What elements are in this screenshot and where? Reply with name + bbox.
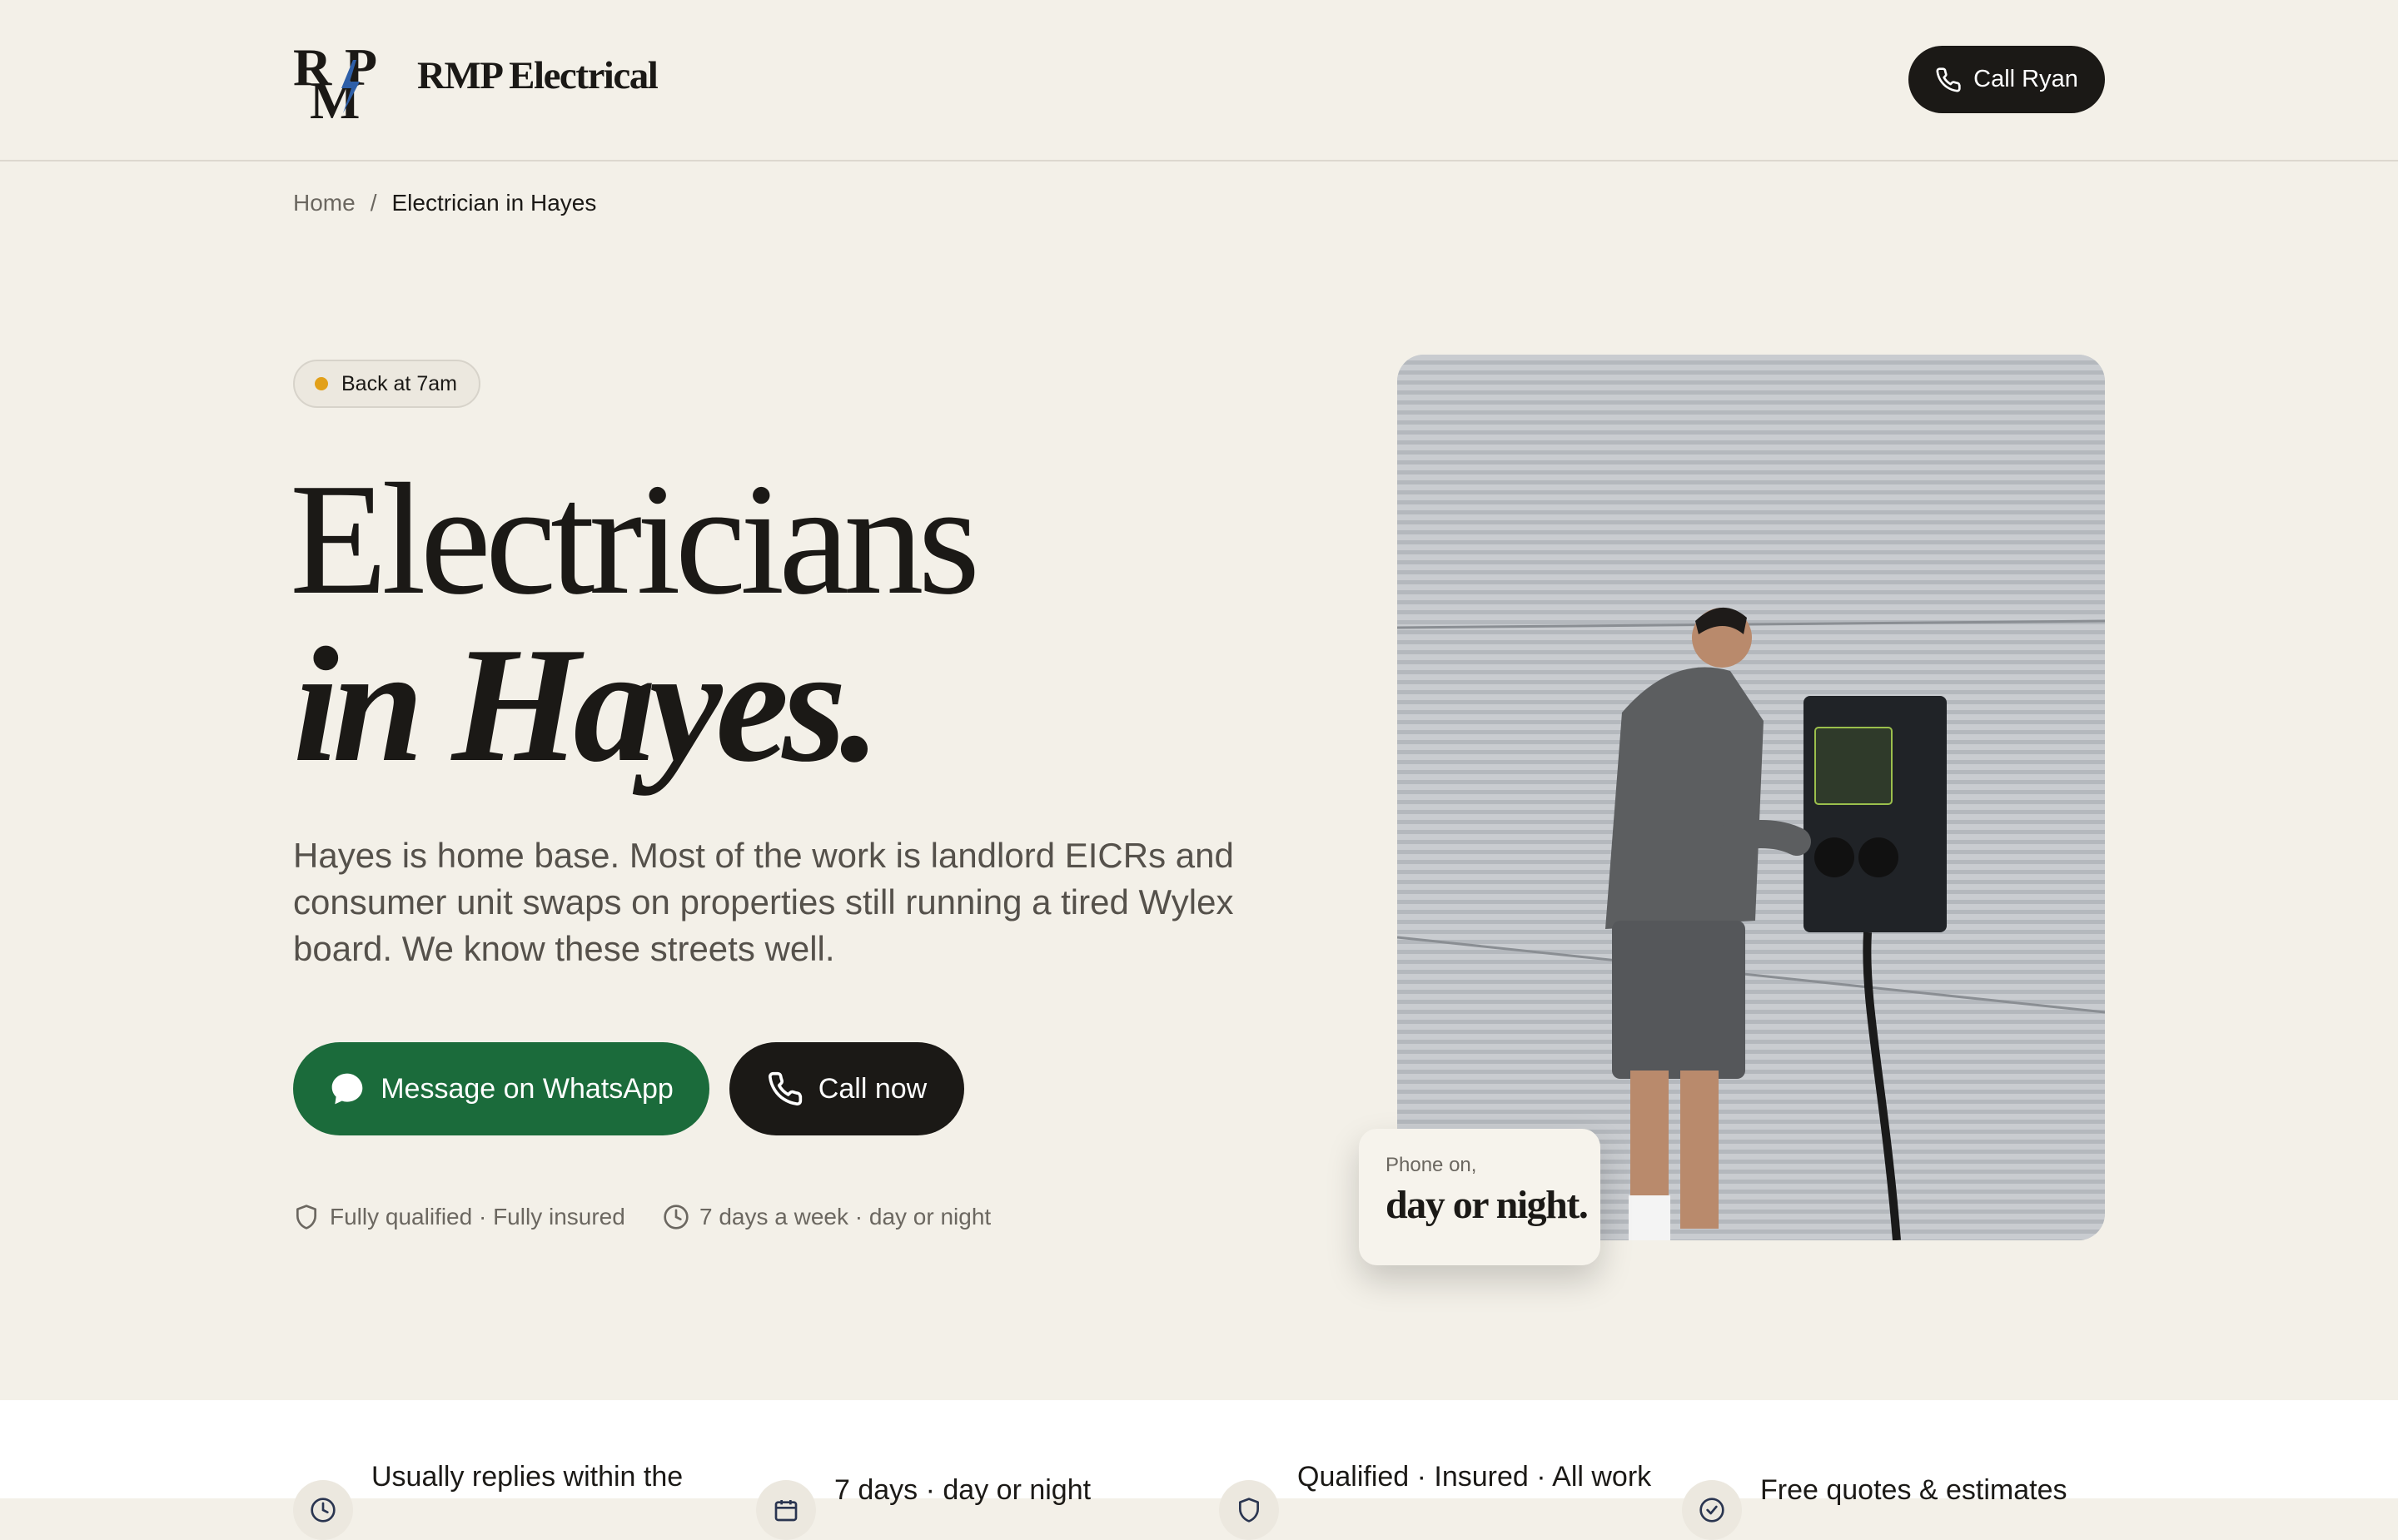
whatsapp-button[interactable]: Message on WhatsApp: [293, 1042, 709, 1135]
clock-icon: [664, 1205, 689, 1230]
whatsapp-button-label: Message on WhatsApp: [381, 1072, 674, 1105]
brand-name[interactable]: RMP Electrical: [417, 53, 659, 98]
call-ryan-label: Call Ryan: [1973, 66, 2078, 92]
call-now-button[interactable]: Call now: [729, 1042, 964, 1135]
page-title-line1: Electricians: [290, 450, 980, 628]
check-circle-icon: [1682, 1480, 1742, 1540]
trust-text: 7 days a week · day or night: [699, 1204, 992, 1230]
logo-icon[interactable]: R P M: [293, 37, 395, 130]
feature-item: Usually replies within the: [293, 1458, 683, 1540]
site-header: R P M RMP Electrical Call Ryan: [0, 0, 2398, 161]
calendar-icon: [756, 1480, 816, 1540]
shield-icon: [296, 1205, 316, 1230]
trust-item-hours: 7 days a week · day or night: [663, 1204, 991, 1230]
availability-card: Phone on, day or night.: [1359, 1129, 1600, 1265]
feature-text: Usually replies within the: [371, 1461, 684, 1493]
breadcrumb: Home / Electrician in Hayes: [293, 190, 596, 216]
trust-item-qualified: Fully qualified · Fully insured: [293, 1204, 625, 1230]
feature-item: Qualified · Insured · All work: [1219, 1458, 1651, 1540]
svg-text:M: M: [310, 71, 360, 120]
availability-card-title: day or night.: [1386, 1183, 1589, 1227]
status-badge-label: Back at 7am: [341, 371, 457, 395]
hero-description: Hayes is home base. Most of the work is …: [293, 836, 1234, 968]
trust-text: Fully qualified · Fully insured: [330, 1204, 625, 1230]
feature-item: Free quotes & estimates: [1682, 1472, 2067, 1540]
feature-item: 7 days · day or night: [756, 1472, 1091, 1540]
shield-icon: [1219, 1480, 1279, 1540]
feature-text: Qualified · Insured · All work: [1297, 1461, 1652, 1493]
clock-icon: [293, 1480, 353, 1540]
feature-text: Free quotes & estimates: [1760, 1474, 2067, 1506]
hero-photo: [1397, 355, 2105, 1240]
status-dot-icon: [315, 377, 328, 390]
feature-text: 7 days · day or night: [834, 1474, 1092, 1506]
call-ryan-button[interactable]: Call Ryan: [1908, 46, 2105, 113]
breadcrumb-separator: /: [370, 190, 377, 216]
call-now-button-label: Call now: [818, 1072, 928, 1105]
features-bar: Usually replies within the 7 days · day …: [0, 1400, 2398, 1540]
phone-icon: [768, 1071, 802, 1105]
status-badge: Back at 7am: [293, 360, 480, 408]
phone-icon: [1936, 67, 1961, 92]
breadcrumb-current: Electrician in Hayes: [391, 190, 597, 216]
page-title-line2: in Hayes.: [293, 614, 881, 796]
breadcrumb-home-link[interactable]: Home: [293, 190, 356, 216]
availability-card-label: Phone on,: [1386, 1154, 1477, 1176]
chat-bubble-icon: [331, 1073, 363, 1105]
